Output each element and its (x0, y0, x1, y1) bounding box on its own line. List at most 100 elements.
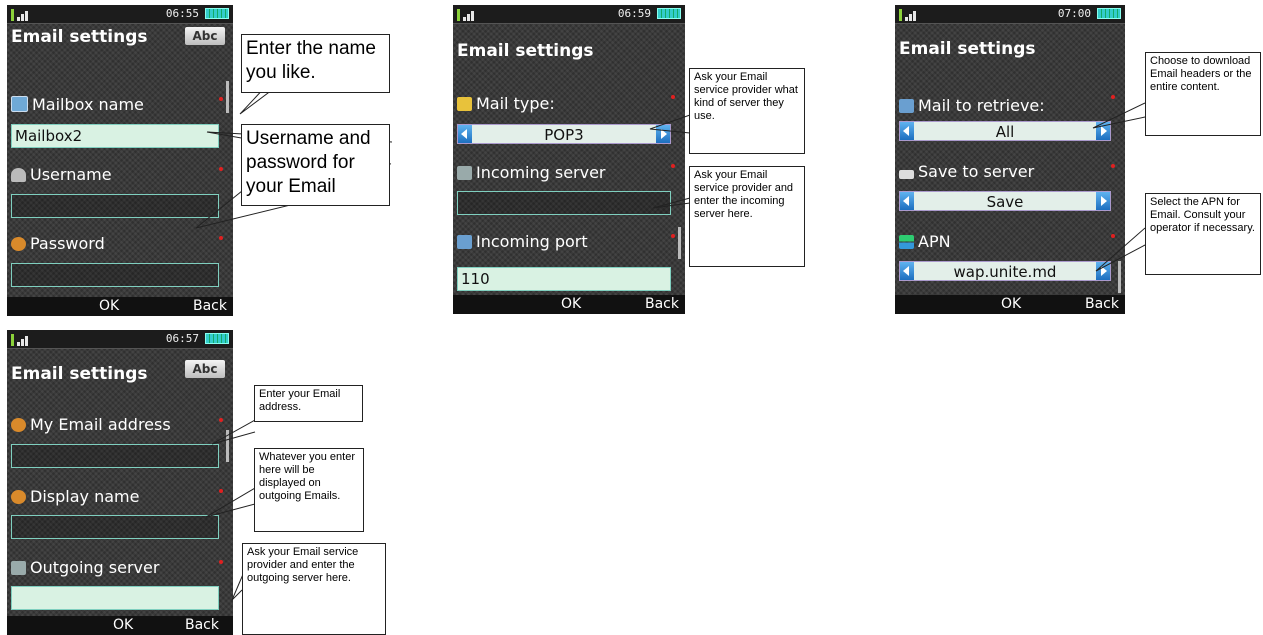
port-icon (457, 235, 472, 249)
mail-to-retrieve-selector[interactable]: All (899, 121, 1111, 141)
callout-outgoing-server: Ask your Email service provider and ente… (242, 543, 386, 635)
status-bar: 07:00 (895, 5, 1125, 24)
back-softkey[interactable]: Back (185, 617, 219, 633)
battery-icon (657, 8, 681, 19)
page-title: Email settings (899, 39, 1036, 59)
mailbox-name-field[interactable]: Mailbox2 (11, 124, 219, 148)
arrow-right-icon[interactable] (1096, 192, 1110, 210)
input-mode-indicator: Abc (185, 27, 225, 45)
ok-softkey[interactable]: OK (561, 296, 581, 312)
arrow-left-icon[interactable] (900, 262, 914, 280)
softkey-bar: OK Back (453, 295, 685, 314)
at-icon (11, 490, 26, 504)
page-title: Email settings (11, 27, 148, 47)
apn-icon (899, 235, 914, 249)
callout-mail-to-retrieve: Choose to download Email headers or the … (1145, 52, 1261, 136)
required-marker (671, 95, 675, 99)
outgoing-server-label: Outgoing server (11, 558, 159, 577)
callout-email-address: Enter your Email address. (254, 385, 363, 422)
display-name-field[interactable] (11, 515, 219, 539)
status-bar: 06:55 (7, 5, 233, 24)
phone-screen-retrieval: 07:00 Email settings Mail to retrieve: A… (895, 5, 1125, 314)
required-marker (219, 489, 223, 493)
required-marker (219, 418, 223, 422)
apn-label: APN (899, 232, 951, 251)
status-bar: 06:57 (7, 330, 233, 349)
clock: 06:57 (165, 332, 199, 345)
arrow-left-icon[interactable] (458, 125, 472, 143)
back-softkey[interactable]: Back (193, 298, 227, 314)
username-label: Username (11, 165, 112, 184)
required-marker (671, 234, 675, 238)
callout-mail-type: Ask your Email service provider what kin… (689, 68, 805, 154)
username-field[interactable] (11, 194, 219, 218)
phone-screen-account: 06:55 Email settings Abc Mailbox name Ma… (7, 5, 233, 316)
softkey-bar: OK Back (7, 297, 233, 316)
required-marker (671, 164, 675, 168)
required-marker (219, 97, 223, 101)
clock: 07:00 (1057, 7, 1091, 20)
password-label: Password (11, 234, 105, 253)
callout-display-name: Whatever you enter here will be displaye… (254, 448, 364, 532)
required-marker (1111, 164, 1115, 168)
signal-icon (899, 7, 921, 21)
incoming-server-label: Incoming server (457, 163, 606, 182)
mail-type-label: Mail type: (457, 94, 555, 113)
mailbox-name-label: Mailbox name (11, 95, 144, 114)
mail-to-retrieve-label: Mail to retrieve: (899, 96, 1045, 115)
save-to-server-selector[interactable]: Save (899, 191, 1111, 211)
clock: 06:59 (617, 7, 651, 20)
retrieve-icon (899, 99, 914, 113)
arrow-left-icon[interactable] (900, 192, 914, 210)
scrollbar[interactable] (226, 430, 229, 462)
status-bar: 06:59 (453, 5, 685, 24)
server-icon (457, 166, 472, 180)
callout-apn: Select the APN for Email. Consult your o… (1145, 193, 1261, 275)
scrollbar[interactable] (1118, 261, 1121, 293)
battery-icon (205, 333, 229, 344)
email-address-field[interactable] (11, 444, 219, 468)
ok-softkey[interactable]: OK (113, 617, 133, 633)
mail-type-selector[interactable]: POP3 (457, 124, 671, 144)
arrow-right-icon[interactable] (656, 125, 670, 143)
battery-icon (205, 8, 229, 19)
required-marker (1111, 234, 1115, 238)
user-icon (11, 168, 26, 182)
scrollbar[interactable] (226, 81, 229, 113)
incoming-server-field[interactable] (457, 191, 671, 215)
back-softkey[interactable]: Back (1085, 296, 1119, 312)
mail-type-icon (457, 97, 472, 111)
signal-icon (11, 7, 33, 21)
battery-icon (1097, 8, 1121, 19)
save-to-server-label: Save to server (899, 162, 1034, 181)
required-marker (219, 560, 223, 564)
page-title: Email settings (11, 364, 148, 384)
ok-softkey[interactable]: OK (1001, 296, 1021, 312)
arrow-right-icon[interactable] (1096, 122, 1110, 140)
arrow-right-icon[interactable] (1096, 262, 1110, 280)
callout-username-password: Username and password for your Email (241, 124, 390, 206)
input-mode-indicator: Abc (185, 360, 225, 378)
phone-screen-outgoing: 06:57 Email settings Abc My Email addres… (7, 330, 233, 635)
outgoing-server-field[interactable] (11, 586, 219, 610)
email-address-label: My Email address (11, 415, 171, 434)
signal-icon (457, 7, 479, 21)
scrollbar[interactable] (678, 227, 681, 259)
page-title: Email settings (457, 41, 594, 61)
incoming-port-label: Incoming port (457, 232, 588, 251)
mailbox-icon (11, 96, 28, 112)
phone-screen-incoming: 06:59 Email settings Mail type: POP3 Inc… (453, 5, 685, 314)
arrow-left-icon[interactable] (900, 122, 914, 140)
password-field[interactable] (11, 263, 219, 287)
callout-mailbox-name: Enter the name you like. (241, 34, 390, 93)
signal-icon (11, 332, 33, 346)
required-marker (1111, 95, 1115, 99)
server-icon (11, 561, 26, 575)
ok-softkey[interactable]: OK (99, 298, 119, 314)
softkey-bar: OK Back (7, 616, 233, 635)
apn-selector[interactable]: wap.unite.md (899, 261, 1111, 281)
back-softkey[interactable]: Back (645, 296, 679, 312)
key-icon (11, 237, 26, 251)
at-icon (11, 418, 26, 432)
incoming-port-field[interactable]: 110 (457, 267, 671, 291)
